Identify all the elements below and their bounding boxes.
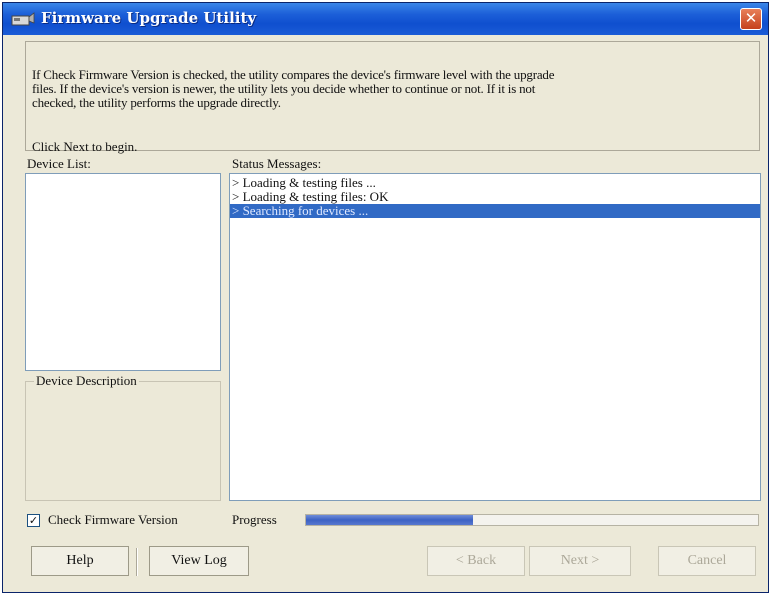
status-messages-list[interactable]: > Loading & testing files ... > Loading … [229, 173, 761, 501]
button-divider [136, 548, 138, 576]
device-list[interactable] [25, 173, 221, 371]
progress-fill [306, 515, 474, 525]
back-button[interactable]: < Back [427, 546, 525, 576]
status-message-selected[interactable]: > Searching for devices ... [230, 204, 760, 218]
device-list-label: Device List: [27, 156, 91, 171]
instructions-line: If Check Firmware Version is checked, th… [32, 67, 555, 82]
check-firmware-checkbox[interactable]: ✓ [27, 514, 40, 527]
instructions-line: files. If the device's version is newer,… [32, 81, 536, 96]
close-button[interactable]: ✕ [740, 8, 762, 30]
window-title: Firmware Upgrade Utility [41, 9, 257, 27]
app-icon [11, 12, 35, 26]
cancel-button[interactable]: Cancel [658, 546, 756, 576]
checkmark-icon: ✓ [28, 514, 39, 527]
status-message[interactable]: > Loading & testing files: OK [230, 190, 760, 204]
close-icon: ✕ [744, 9, 758, 27]
instructions-panel: If Check Firmware Version is checked, th… [25, 41, 760, 154]
progress-label: Progress [232, 512, 277, 527]
check-firmware-label[interactable]: Check Firmware Version [48, 512, 178, 528]
title-bar[interactable]: Firmware Upgrade Utility ✕ [3, 3, 768, 35]
device-description-group: Device Description [25, 373, 221, 501]
instructions-text: If Check Firmware Version is checked, th… [32, 68, 732, 110]
begin-hint: Click Next to begin. [32, 139, 138, 154]
progress-bar [305, 514, 759, 526]
status-message[interactable]: > Loading & testing files ... [230, 176, 760, 190]
view-log-button[interactable]: View Log [149, 546, 249, 576]
status-messages-label: Status Messages: [232, 156, 322, 171]
device-description-label: Device Description [34, 373, 139, 389]
help-button[interactable]: Help [31, 546, 129, 576]
firmware-upgrade-window: Firmware Upgrade Utility ✕ If Check Firm… [2, 2, 769, 593]
next-button[interactable]: Next > [529, 546, 631, 576]
instructions-line: checked, the utility performs the upgrad… [32, 95, 281, 110]
